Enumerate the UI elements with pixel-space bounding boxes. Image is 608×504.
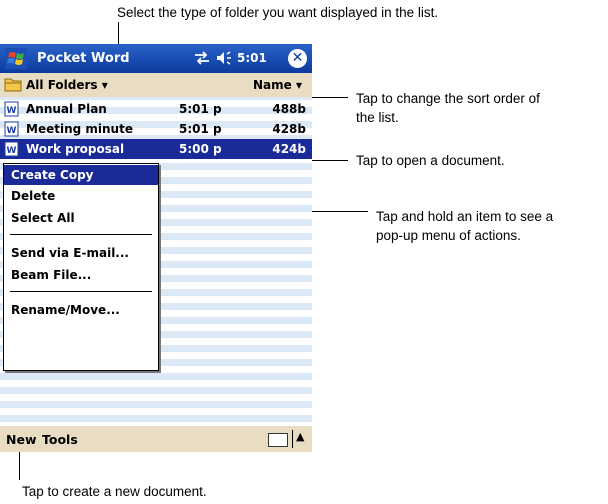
divider xyxy=(292,430,293,448)
svg-text:W: W xyxy=(7,126,17,136)
menu-item-delete[interactable]: Delete xyxy=(4,186,158,206)
file-time: 5:01 p xyxy=(179,102,222,116)
file-name: Annual Plan xyxy=(26,102,107,116)
close-icon[interactable]: ✕ xyxy=(288,49,307,68)
folder-bar: All Folders ▾ Name ▾ xyxy=(0,73,312,97)
tools-menu[interactable]: Tools xyxy=(42,432,78,447)
connectivity-icon[interactable] xyxy=(194,50,210,66)
callout-sort-order-line1: Tap to change the sort order of xyxy=(356,91,540,106)
file-row-selected[interactable]: W Work proposal 5:00 p 424b xyxy=(0,139,312,159)
sort-dropdown[interactable]: Name ▾ xyxy=(253,78,302,92)
input-selector-arrow-icon[interactable]: ▲ xyxy=(296,430,304,443)
title-bar: Pocket Word 5:01 ✕ xyxy=(0,44,312,73)
folder-dropdown[interactable]: All Folders ▾ xyxy=(26,78,108,92)
pocket-pc-screen: Pocket Word 5:01 ✕ All Folders ▾ Name ▾ … xyxy=(0,44,312,452)
callout-open-document: Tap to open a document. xyxy=(356,153,505,168)
start-menu-icon[interactable] xyxy=(6,48,27,69)
word-document-icon: W xyxy=(4,121,19,137)
chevron-down-icon: ▾ xyxy=(101,78,108,92)
file-name: Work proposal xyxy=(26,142,125,156)
sort-dropdown-label: Name xyxy=(252,78,292,92)
menu-item-create-copy[interactable]: Create Copy xyxy=(4,165,158,185)
file-name: Meeting minute xyxy=(26,122,133,136)
callout-tap-hold-line1: Tap and hold an item to see a xyxy=(376,209,554,224)
file-size: 488b xyxy=(272,102,306,116)
context-menu: Create Copy Delete Select All Send via E… xyxy=(3,163,159,371)
callout-tap-hold-line2: pop-up menu of actions. xyxy=(376,228,521,243)
menu-divider xyxy=(10,234,152,235)
folder-icon[interactable] xyxy=(4,76,22,92)
word-document-icon: W xyxy=(4,141,19,157)
keyboard-icon[interactable] xyxy=(268,433,288,447)
file-row[interactable]: W Meeting minute 5:01 p 428b xyxy=(0,119,312,139)
volume-icon[interactable] xyxy=(215,49,233,67)
word-document-icon: W xyxy=(4,101,19,117)
callout-folder-type: Select the type of folder you want displ… xyxy=(117,5,439,20)
file-row[interactable]: W Annual Plan 5:01 p 488b xyxy=(0,99,312,119)
file-time: 5:01 p xyxy=(179,122,222,136)
svg-text:W: W xyxy=(7,146,17,156)
new-button[interactable]: New xyxy=(6,432,37,447)
svg-text:W: W xyxy=(7,106,17,116)
file-time: 5:00 p xyxy=(179,142,222,156)
file-size: 428b xyxy=(272,122,306,136)
folder-dropdown-label: All Folders xyxy=(26,78,98,92)
callout-new-document: Tap to create a new document. xyxy=(22,484,207,499)
chevron-down-icon: ▾ xyxy=(295,78,302,92)
menu-item-send-via-email[interactable]: Send via E-mail... xyxy=(4,243,158,263)
clock[interactable]: 5:01 xyxy=(237,51,267,65)
menu-item-select-all[interactable]: Select All xyxy=(4,208,158,228)
command-bar: New Tools ▲ xyxy=(0,426,312,452)
menu-item-beam-file[interactable]: Beam File... xyxy=(4,265,158,285)
app-title: Pocket Word xyxy=(37,51,130,66)
menu-item-rename-move[interactable]: Rename/Move... xyxy=(4,300,158,320)
menu-divider xyxy=(10,291,152,292)
callout-sort-order-line2: the list. xyxy=(356,110,399,125)
file-size: 424b xyxy=(272,142,306,156)
